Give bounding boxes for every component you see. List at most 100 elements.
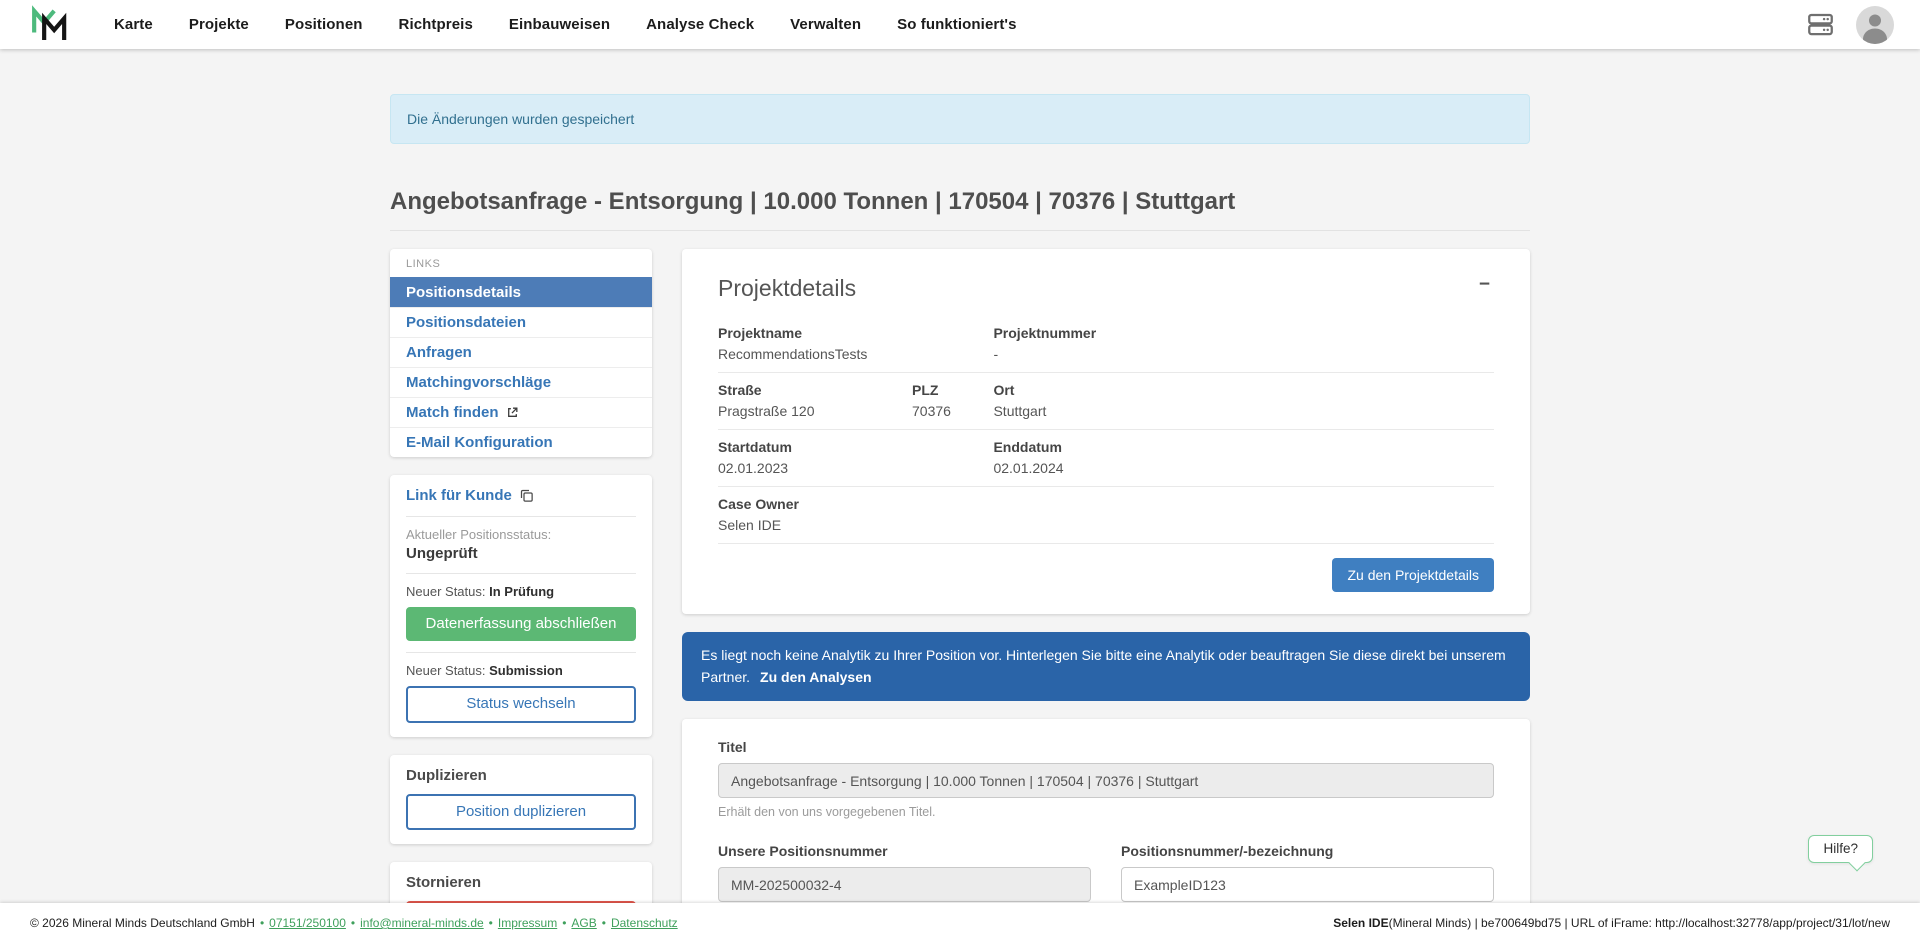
cancel-card: Stornieren Stornieren▾ <box>390 862 652 903</box>
main-content: Die Änderungen wurden gespeichert Angebo… <box>0 49 1920 903</box>
environment-switcher-button[interactable] <box>1807 11 1834 38</box>
footer-separator: • <box>602 916 606 930</box>
our-number-label: Unsere Positionsnummer <box>718 843 1091 859</box>
position-number-input[interactable] <box>1121 867 1494 902</box>
field-startdatum: Startdatum 02.01.2023 <box>718 439 993 476</box>
project-row-dates: Startdatum 02.01.2023 Enddatum 02.01.202… <box>718 430 1494 487</box>
status-card: Link für Kunde Aktueller Positionsstatus… <box>390 475 652 737</box>
collapse-minus-icon[interactable]: − <box>1475 275 1494 294</box>
footer-separator: • <box>562 916 566 930</box>
field-projektname: Projektname RecommendationsTests <box>718 325 993 362</box>
field-value: RecommendationsTests <box>718 346 993 362</box>
position-number-label: Positionsnummer/-bezeichnung <box>1121 843 1494 859</box>
position-number-field-group: Positionsnummer/-bezeichnung Z.B. Intern… <box>1121 843 1494 903</box>
field-label: Enddatum <box>993 439 1494 455</box>
new-status-value-1: In Prüfung <box>489 584 554 599</box>
footer-phone-link[interactable]: 07151/250100 <box>269 916 346 930</box>
title-field-label: Titel <box>718 739 1494 755</box>
field-value: Selen IDE <box>718 517 1494 533</box>
top-navigation-bar: Karte Projekte Positionen Richtpreis Ein… <box>0 0 1920 49</box>
new-status-line-2: Neuer Status: Submission <box>406 663 636 678</box>
footer-separator: • <box>489 916 493 930</box>
current-status-value: Ungeprüft <box>406 545 636 562</box>
field-label: Straße <box>718 382 912 398</box>
field-ort: Ort Stuttgart <box>993 382 1494 419</box>
links-card-header: LINKS <box>390 249 652 277</box>
sidebar-item-email-konfiguration[interactable]: E-Mail Konfiguration <box>390 427 652 457</box>
footer-impressum-link[interactable]: Impressum <box>498 916 557 930</box>
current-status-section: Aktueller Positionsstatus: Ungeprüft <box>406 516 636 562</box>
sidebar-item-anfragen[interactable]: Anfragen <box>390 337 652 367</box>
nav-item-positionen[interactable]: Positionen <box>285 16 363 33</box>
avatar-icon <box>1856 6 1894 44</box>
footer-separator: • <box>260 916 264 930</box>
footer-datenschutz-link[interactable]: Datenschutz <box>611 916 678 930</box>
field-case-owner: Case Owner Selen IDE <box>718 496 1494 533</box>
go-to-analyses-link[interactable]: Zu den Analysen <box>760 669 872 685</box>
saved-alert-text: Die Änderungen wurden gespeichert <box>407 111 634 127</box>
go-to-project-details-button[interactable]: Zu den Projektdetails <box>1332 558 1494 592</box>
sidebar-item-label: Match finden <box>406 404 499 421</box>
field-label: Startdatum <box>718 439 993 455</box>
new-status-section-1: Neuer Status: In Prüfung Datenerfassung … <box>406 573 636 641</box>
session-user: Selen IDE <box>1333 916 1388 930</box>
title-field-group: Titel Erhält den von uns vorgegebenen Ti… <box>718 739 1494 819</box>
complete-data-entry-button[interactable]: Datenerfassung abschließen <box>406 607 636 641</box>
field-enddatum: Enddatum 02.01.2024 <box>993 439 1494 476</box>
footer-email-link[interactable]: info@mineral-minds.de <box>360 916 484 930</box>
sidebar-item-positionsdateien[interactable]: Positionsdateien <box>390 307 652 337</box>
new-status-value-2: Submission <box>489 663 563 678</box>
cancel-card-title: Stornieren <box>406 874 636 891</box>
analytics-banner: Es liegt noch keine Analytik zu Ihrer Po… <box>682 632 1530 701</box>
duplicate-position-button[interactable]: Position duplizieren <box>406 794 636 830</box>
saved-alert: Die Änderungen wurden gespeichert <box>390 94 1530 144</box>
sidebar-item-label: Positionsdetails <box>406 284 521 301</box>
project-row-owner: Case Owner Selen IDE <box>718 487 1494 544</box>
title-help-text: Erhält den von uns vorgegebenen Titel. <box>718 805 1494 819</box>
new-status-prefix: Neuer Status: <box>406 584 489 599</box>
nav-item-karte[interactable]: Karte <box>114 16 153 33</box>
field-label: Case Owner <box>718 496 1494 512</box>
project-row-name-number: Projektname RecommendationsTests Projekt… <box>718 316 1494 373</box>
content-column: Projektdetails − Projektname Recommendat… <box>682 249 1530 903</box>
sidebar-item-label: Matchingvorschläge <box>406 374 551 391</box>
nav-item-richtpreis[interactable]: Richtpreis <box>399 16 473 33</box>
footer: © 2026 Mineral Minds Deutschland GmbH • … <box>0 903 1920 943</box>
sidebar-item-label: Anfragen <box>406 344 472 361</box>
sidebar-item-positionsdetails[interactable]: Positionsdetails <box>390 277 652 307</box>
new-status-line-1: Neuer Status: In Prüfung <box>406 584 636 599</box>
user-menu-button[interactable] <box>1856 6 1894 44</box>
server-stack-icon <box>1807 11 1834 38</box>
topbar-actions <box>1807 6 1894 44</box>
nav-item-projekte[interactable]: Projekte <box>189 16 249 33</box>
field-label: PLZ <box>912 382 993 398</box>
customer-link-label: Link für Kunde <box>406 487 512 504</box>
nav-item-so-funktionierts[interactable]: So funktioniert's <box>897 16 1016 33</box>
customer-link[interactable]: Link für Kunde <box>406 487 534 504</box>
nav-item-analyse-check[interactable]: Analyse Check <box>646 16 754 33</box>
duplicate-card: Duplizieren Position duplizieren <box>390 755 652 844</box>
sidebar-item-label: E-Mail Konfiguration <box>406 434 553 451</box>
field-label: Projektnummer <box>993 325 1494 341</box>
help-button[interactable]: Hilfe? <box>1808 835 1873 863</box>
new-status-prefix: Neuer Status: <box>406 663 489 678</box>
nav-item-einbauweisen[interactable]: Einbauweisen <box>509 16 610 33</box>
project-details-card: Projektdetails − Projektname Recommendat… <box>682 249 1530 614</box>
footer-left: © 2026 Mineral Minds Deutschland GmbH • … <box>30 916 678 930</box>
footer-agb-link[interactable]: AGB <box>571 916 596 930</box>
field-value: 70376 <box>912 403 993 419</box>
mineral-minds-logo <box>30 5 70 45</box>
field-plz: PLZ 70376 <box>912 382 993 419</box>
current-status-label: Aktueller Positionsstatus: <box>406 527 636 542</box>
field-value: 02.01.2024 <box>993 460 1494 476</box>
sidebar-item-match-finden[interactable]: Match finden <box>390 397 652 427</box>
nav-item-verwalten[interactable]: Verwalten <box>790 16 861 33</box>
copy-icon <box>519 488 534 503</box>
field-label: Ort <box>993 382 1494 398</box>
field-projektnummer: Projektnummer - <box>993 325 1494 362</box>
main-nav: Karte Projekte Positionen Richtpreis Ein… <box>114 16 1017 33</box>
new-status-section-2: Neuer Status: Submission Status wechseln <box>406 652 636 722</box>
sidebar-item-matchingvorschlaege[interactable]: Matchingvorschläge <box>390 367 652 397</box>
footer-separator: • <box>351 916 355 930</box>
switch-status-button[interactable]: Status wechseln <box>406 686 636 722</box>
